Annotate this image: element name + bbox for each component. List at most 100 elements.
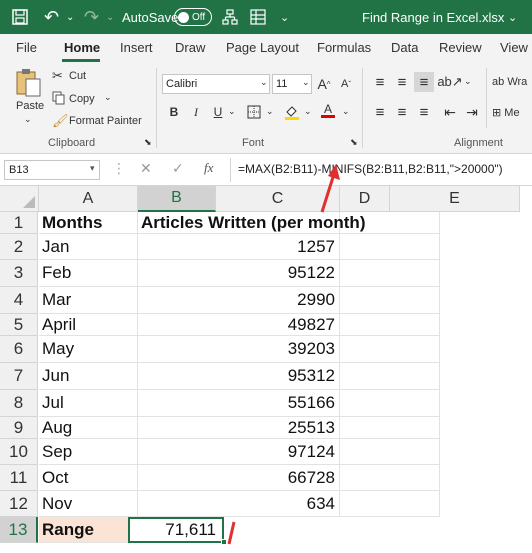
copy-button[interactable]: Copy xyxy=(69,93,95,105)
increase-font-icon[interactable]: A ^ xyxy=(314,74,334,94)
row-header[interactable]: 8 xyxy=(0,390,38,417)
cancel-icon[interactable]: ✕ xyxy=(140,160,152,177)
header-cell-months[interactable]: Months xyxy=(39,212,138,234)
decrease-indent-icon[interactable]: ⇤ xyxy=(440,102,460,122)
font-color-dropdown-icon[interactable]: ⌄ xyxy=(342,106,350,117)
articles-value-cell[interactable]: 95312 xyxy=(138,363,340,390)
empty-cell[interactable] xyxy=(340,212,440,234)
tab-page-layout[interactable]: Page Layout xyxy=(226,40,299,55)
italic-button[interactable]: I xyxy=(186,102,206,122)
row-header[interactable]: 5 xyxy=(0,314,38,336)
wrap-text-button[interactable]: ab Wra xyxy=(492,76,527,88)
row-header[interactable]: 6 xyxy=(0,336,38,363)
customize-qat-icon[interactable]: ⌄ xyxy=(280,0,289,34)
fill-color-dropdown-icon[interactable]: ⌄ xyxy=(304,106,312,117)
row-header[interactable]: 12 xyxy=(0,491,38,517)
formula-input[interactable]: =MAX(B2:B11)-MINIFS(B2:B11,B2:B11,">2000… xyxy=(238,162,503,176)
font-name-dropdown-icon[interactable]: ⌄ xyxy=(260,77,268,88)
tab-file[interactable]: File xyxy=(16,40,37,55)
borders-icon[interactable] xyxy=(244,102,264,122)
tab-draw[interactable]: Draw xyxy=(175,40,205,55)
articles-value-cell[interactable]: 97124 xyxy=(138,439,340,465)
month-cell[interactable]: Jan xyxy=(39,234,138,260)
tab-data[interactable]: Data xyxy=(391,40,418,55)
month-cell[interactable]: Mar xyxy=(39,287,138,314)
tab-formulas[interactable]: Formulas xyxy=(317,40,371,55)
font-size-dropdown-icon[interactable]: ⌄ xyxy=(302,77,310,88)
tab-view[interactable]: View xyxy=(500,40,528,55)
name-box-dropdown-icon[interactable]: ▾ xyxy=(90,163,95,174)
align-top-icon[interactable]: ≡ xyxy=(370,72,390,92)
month-cell[interactable]: April xyxy=(39,314,138,336)
tab-review[interactable]: Review xyxy=(439,40,482,55)
empty-cell[interactable] xyxy=(340,417,440,439)
underline-button[interactable]: U xyxy=(208,102,228,122)
row-header[interactable]: 13 xyxy=(0,517,38,543)
increase-indent-icon[interactable]: ⇥ xyxy=(462,102,482,122)
align-middle-icon[interactable]: ≡ xyxy=(392,72,412,92)
align-right-icon[interactable]: ≡ xyxy=(414,102,434,122)
clipboard-launcher-icon[interactable]: ⬊ xyxy=(144,137,152,148)
paste-dropdown-icon[interactable]: ⌄ xyxy=(24,114,32,125)
articles-value-cell[interactable]: 25513 xyxy=(138,417,340,439)
row-header[interactable]: 11 xyxy=(0,465,38,491)
decrease-font-icon[interactable]: Aˇ xyxy=(336,74,356,94)
empty-cell[interactable] xyxy=(340,287,440,314)
autosave-toggle[interactable]: Off xyxy=(174,8,212,26)
empty-cell[interactable] xyxy=(340,491,440,517)
undo-dropdown-icon[interactable]: ⌄ xyxy=(66,0,74,34)
cut-icon[interactable]: ✂ xyxy=(52,68,63,84)
paste-button[interactable]: Paste xyxy=(16,100,44,112)
select-all-corner[interactable] xyxy=(0,186,39,212)
format-painter-button[interactable]: Format Painter xyxy=(69,115,142,127)
name-box[interactable]: B13 xyxy=(4,160,100,180)
row-header[interactable]: 4 xyxy=(0,287,38,314)
articles-value-cell[interactable]: 66728 xyxy=(138,465,340,491)
filename-dropdown-icon[interactable]: ⌄ xyxy=(508,0,517,34)
undo-icon[interactable]: ↶ xyxy=(44,0,59,34)
tab-home[interactable]: Home xyxy=(64,40,100,55)
articles-value-cell[interactable]: 2990 xyxy=(138,287,340,314)
empty-cell[interactable] xyxy=(340,336,440,363)
underline-dropdown-icon[interactable]: ⌄ xyxy=(228,106,236,117)
font-launcher-icon[interactable]: ⬊ xyxy=(350,137,358,148)
month-cell[interactable]: Nov xyxy=(39,491,138,517)
articles-value-cell[interactable]: 55166 xyxy=(138,390,340,417)
copy-dropdown-icon[interactable]: ⌄ xyxy=(104,92,112,103)
insert-function-button[interactable]: fx xyxy=(204,160,213,176)
copy-icon[interactable] xyxy=(52,91,66,108)
org-chart-icon[interactable] xyxy=(222,0,238,34)
bold-button[interactable]: B xyxy=(164,102,184,122)
empty-cell[interactable] xyxy=(340,390,440,417)
articles-value-cell[interactable]: 95122 xyxy=(138,260,340,287)
empty-cell[interactable] xyxy=(340,234,440,260)
header-cell-articles[interactable]: Articles Written (per month) xyxy=(138,212,365,234)
empty-cell[interactable] xyxy=(340,314,440,336)
font-color-icon[interactable]: A xyxy=(318,100,338,120)
borders-dropdown-icon[interactable]: ⌄ xyxy=(266,106,274,117)
fill-color-icon[interactable] xyxy=(282,102,302,122)
row-header[interactable]: 3 xyxy=(0,260,38,287)
row-header[interactable]: 1 xyxy=(0,212,38,234)
column-header-a[interactable]: A xyxy=(39,186,138,212)
redo-dropdown-icon[interactable]: ⌄ xyxy=(106,0,114,34)
empty-cell[interactable] xyxy=(340,465,440,491)
column-header-b[interactable]: B xyxy=(138,186,216,212)
range-label-cell[interactable]: Range xyxy=(39,517,138,543)
enter-icon[interactable]: ✓ xyxy=(172,160,184,177)
articles-value-cell[interactable]: 634 xyxy=(138,491,340,517)
cut-button[interactable]: Cut xyxy=(69,70,86,82)
articles-value-cell[interactable]: 1257 xyxy=(138,234,340,260)
articles-value-cell[interactable]: 49827 xyxy=(138,314,340,336)
row-header[interactable]: 10 xyxy=(0,439,38,465)
month-cell[interactable]: Oct xyxy=(39,465,138,491)
month-cell[interactable]: Sep xyxy=(39,439,138,465)
column-header-d[interactable]: D xyxy=(340,186,390,212)
format-painter-icon[interactable]: 🖌 xyxy=(52,113,69,129)
month-cell[interactable]: May xyxy=(39,336,138,363)
redo-icon[interactable]: ↷ xyxy=(84,0,99,34)
month-cell[interactable]: Feb xyxy=(39,260,138,287)
row-header[interactable]: 9 xyxy=(0,417,38,439)
merge-button[interactable]: ⊞ Me xyxy=(492,106,520,119)
month-cell[interactable]: Jul xyxy=(39,390,138,417)
